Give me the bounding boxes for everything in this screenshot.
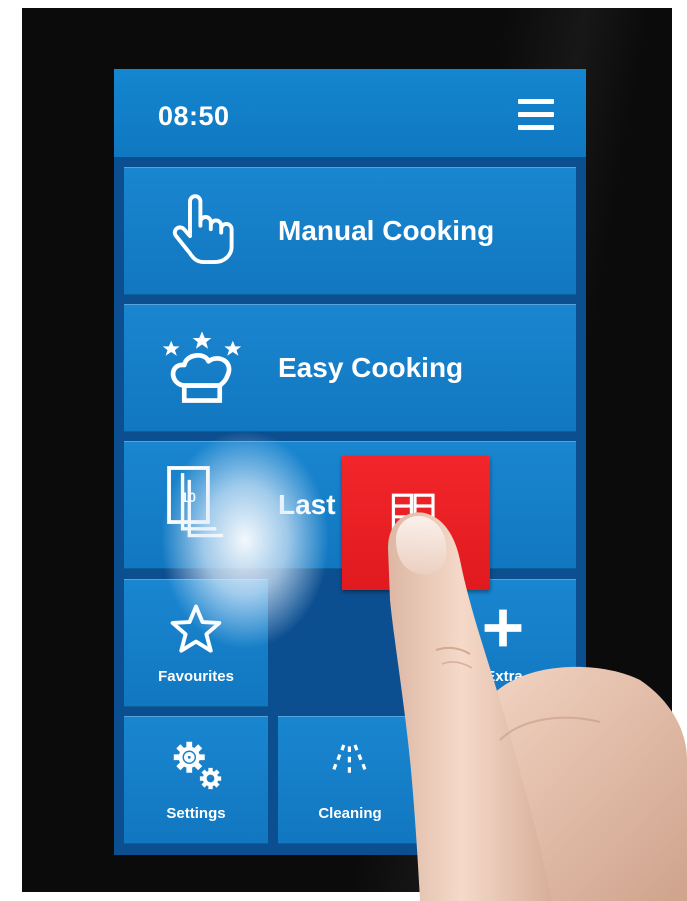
- menu-icon-bar: [518, 112, 554, 117]
- tile-label: Extra: [485, 668, 523, 685]
- extras-tile[interactable]: Extra: [432, 579, 576, 707]
- dragged-recipe-tile[interactable]: [342, 456, 490, 590]
- tile-label: Cleaning: [318, 805, 382, 822]
- star-icon: [170, 604, 222, 653]
- hamburger-menu-button[interactable]: [512, 95, 560, 135]
- tile-label: Settings: [166, 805, 226, 822]
- cleaning-tile[interactable]: Cleaning: [278, 716, 422, 844]
- menu-icon-bar: [518, 99, 554, 104]
- stacked-pages-icon: 10: [167, 466, 224, 538]
- hidden-tile[interactable]: [432, 716, 576, 844]
- menu-icon-bar: [518, 125, 554, 130]
- settings-tile[interactable]: Settings: [124, 716, 268, 844]
- gears-icon: [173, 741, 222, 790]
- plus-icon: [484, 609, 522, 647]
- favourites-tile[interactable]: Favourites: [124, 579, 268, 707]
- tile-label: Favourites: [158, 668, 234, 685]
- clock: 08:50: [158, 101, 230, 131]
- tile-label: Easy Cooking: [278, 352, 464, 383]
- last-badge-number: 10: [181, 490, 196, 505]
- hand-pointer-icon: [172, 194, 234, 265]
- status-bar: 08:50: [114, 69, 586, 157]
- tile-label: Manual Cooking: [278, 215, 495, 246]
- easy-cooking-tile[interactable]: Easy Cooking: [124, 304, 576, 432]
- tile-label: Last: [278, 489, 336, 520]
- water-jets-icon: [332, 744, 367, 773]
- manual-cooking-tile[interactable]: Manual Cooking: [124, 167, 576, 295]
- book-icon: [391, 493, 435, 533]
- chef-hat-stars-icon: [162, 331, 242, 403]
